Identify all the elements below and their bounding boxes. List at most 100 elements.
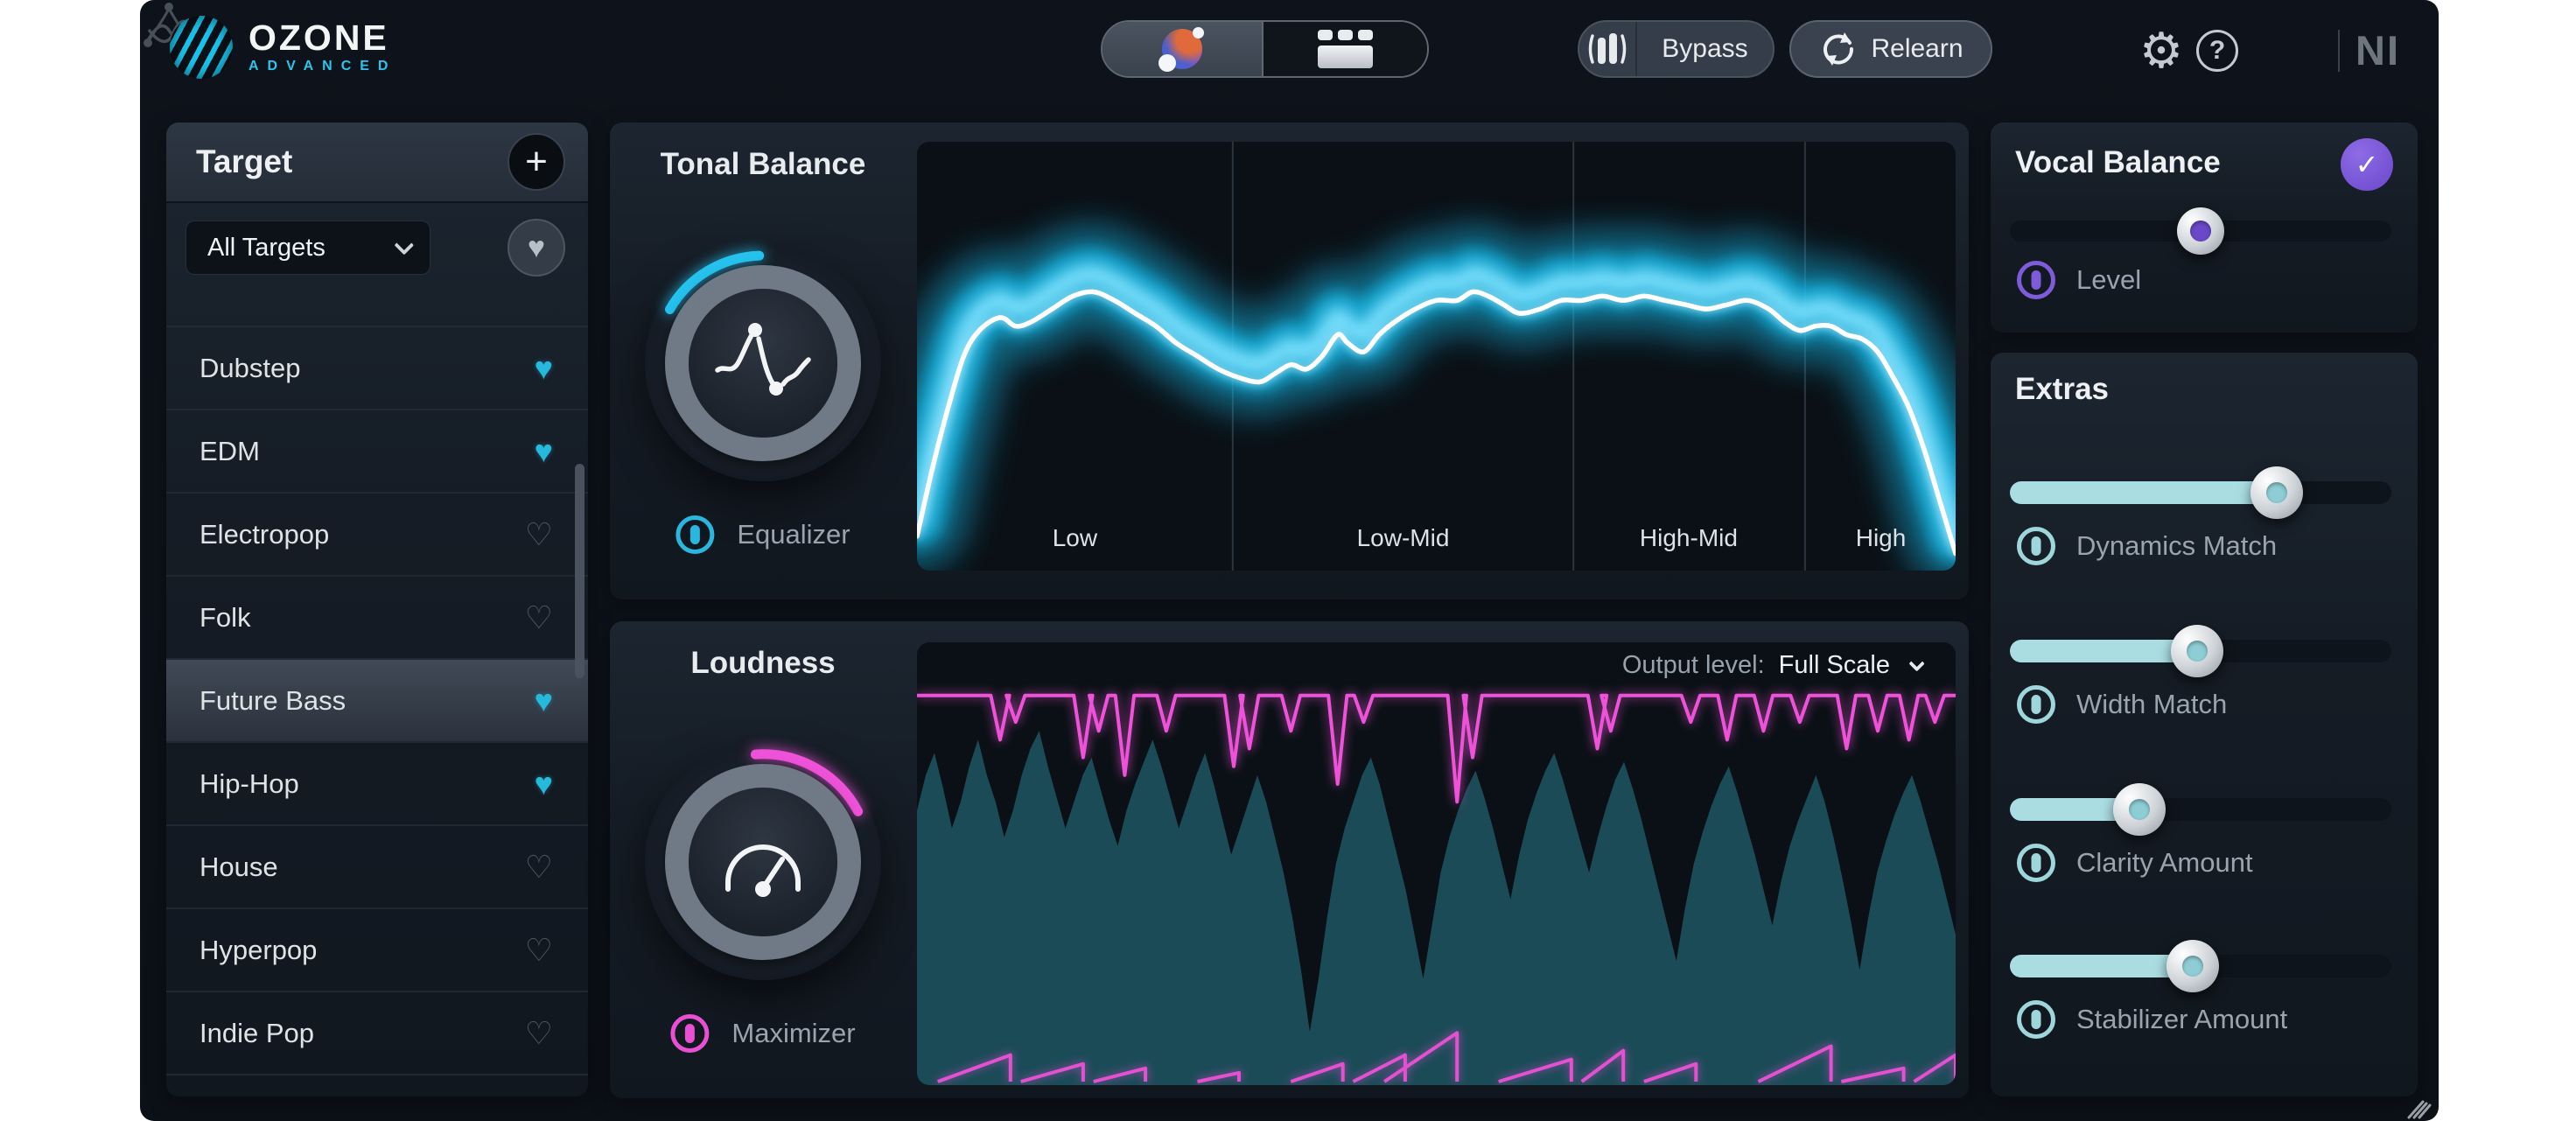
ni-logo: NI: [2356, 26, 2400, 74]
equalizer-power-toggle[interactable]: [676, 515, 714, 554]
assistant-sphere-icon: [1162, 29, 1202, 69]
tab-detailed-view[interactable]: [1264, 22, 1427, 76]
target-list-item[interactable]: Folk ♡: [166, 577, 588, 660]
slider-knob[interactable]: [2250, 466, 2303, 519]
target-panel: Target + All Targets ♥ Dubstep ♥ EDM ♥ Elect…: [166, 123, 588, 1096]
maximizer-power-toggle[interactable]: [670, 1014, 709, 1053]
equalizer-curve-icon: [710, 319, 816, 407]
target-list-item[interactable]: Indie Pop ♡: [166, 992, 588, 1075]
vocal-level-slider[interactable]: [2010, 221, 2391, 242]
target-item-label: House: [200, 851, 278, 883]
target-list-item[interactable]: EDM ♥: [166, 410, 588, 494]
output-level-value: Full Scale: [1779, 651, 1890, 680]
vocal-level-label: Level: [2076, 264, 2141, 296]
extras-title: Extras: [2015, 372, 2109, 407]
band-label: High-Mid: [1640, 524, 1738, 551]
settings-gear-icon[interactable]: ⚙: [2137, 26, 2186, 75]
relearn-refresh-icon: [1818, 29, 1858, 69]
width-match-slider[interactable]: [2010, 640, 2391, 662]
band-label: Low-Mid: [1357, 524, 1450, 551]
bypass-button[interactable]: Bypass: [1578, 20, 1774, 78]
target-title: Target: [196, 144, 292, 180]
tonal-balance-knob[interactable]: [636, 236, 890, 490]
maximizer-gauge-icon: [715, 823, 811, 901]
dynamics-match-slider[interactable]: [2010, 481, 2391, 504]
maximizer-label: Maximizer: [732, 1018, 855, 1049]
output-level-selector[interactable]: Output level: Full Scale: [1622, 651, 1921, 680]
heart-filled-icon[interactable]: ♥: [535, 350, 553, 387]
tonal-balance-graph: Low Low-Mid High-Mid High: [917, 142, 1956, 571]
vocal-balance-title: Vocal Balance: [2015, 145, 2221, 180]
slider-power-toggle[interactable]: [2017, 527, 2055, 565]
loudness-knob[interactable]: [636, 735, 890, 989]
vocal-level-slider-knob[interactable]: [2177, 207, 2224, 255]
slider-label: Stabilizer Amount: [2076, 1004, 2287, 1035]
favorites-filter-button[interactable]: ♥: [508, 219, 565, 277]
slider-power-toggle[interactable]: [2017, 685, 2055, 724]
target-list-item[interactable]: Hyperpop♡: [166, 909, 588, 992]
heart-filled-icon[interactable]: ♥: [535, 433, 553, 470]
vocal-balance-enabled-check[interactable]: ✓: [2341, 138, 2393, 191]
loudness-panel: Loudness Maximizer: [610, 621, 1969, 1098]
slider-label: Clarity Amount: [2076, 847, 2253, 879]
target-list-item[interactable]: Hip-Hop ♥: [166, 743, 588, 826]
tab-assistant-view[interactable]: [1102, 22, 1264, 76]
equalizer-toggle-row: Equalizer: [676, 515, 850, 554]
slider-power-toggle[interactable]: [2017, 844, 2055, 882]
target-list-item[interactable]: Electropop ♡: [166, 494, 588, 577]
heart-outline-icon[interactable]: ♡: [525, 599, 553, 636]
target-list-item[interactable]: House ♡: [166, 826, 588, 909]
view-toggle[interactable]: [1101, 20, 1429, 78]
target-item-label: Indie Pop: [200, 1018, 314, 1049]
target-list-item[interactable]: Future Bass♥: [166, 660, 588, 743]
slider-knob[interactable]: [2113, 783, 2166, 836]
relearn-label: Relearn: [1871, 34, 1963, 64]
target-list-item[interactable]: Dubstep ♥: [166, 327, 588, 410]
target-item-label: Dubstep: [200, 353, 300, 384]
target-category-value: All Targets: [207, 234, 326, 263]
slider-knob[interactable]: [2166, 940, 2219, 992]
heart-outline-icon[interactable]: ♡: [525, 849, 553, 886]
target-item-label: Electropop: [200, 519, 329, 550]
top-bar: OZONE ADVANCED: [140, 0, 2439, 101]
target-item-label: Folk: [200, 602, 251, 634]
extras-panel: Extras Dynamics MatchWidth MatchClarity …: [1991, 353, 2418, 1096]
brand: OZONE ADVANCED: [170, 16, 396, 79]
ozone-window: OZONE ADVANCED: [140, 0, 2439, 1121]
heart-outline-icon[interactable]: ♡: [525, 1015, 553, 1052]
maximizer-toggle-row: Maximizer: [670, 1014, 855, 1053]
heart-filled-icon[interactable]: ♥: [535, 683, 553, 719]
tonal-knob-column: Tonal Balance: [610, 123, 916, 599]
slider-label: Dynamics Match: [2076, 530, 2277, 562]
slider-power-toggle[interactable]: [2017, 1000, 2055, 1039]
help-icon[interactable]: ?: [2196, 30, 2238, 72]
io-meter-icon[interactable]: [1579, 22, 1637, 76]
scrollbar-thumb[interactable]: [575, 464, 584, 678]
tonal-balance-panel: Tonal Balance: [610, 123, 1969, 599]
add-target-button[interactable]: +: [508, 133, 565, 191]
stabilizer-amount-slider[interactable]: [2010, 955, 2391, 977]
target-item-label: EDM: [200, 436, 260, 467]
loudness-knob-column: Loudness Maximizer: [610, 621, 916, 1098]
band-label: Low: [1053, 524, 1098, 551]
target-item-label: Hip-Hop: [200, 768, 299, 800]
vocal-level-row: Level: [2017, 261, 2141, 299]
chevron-down-icon: [395, 235, 415, 256]
band-label: High: [1856, 524, 1907, 551]
relearn-button[interactable]: Relearn: [1789, 20, 1992, 78]
ozone-logo-icon: [170, 16, 233, 79]
vocal-balance-panel: Vocal Balance ✓ Level: [1991, 123, 2418, 333]
tonal-balance-title: Tonal Balance: [661, 147, 866, 182]
brand-name: OZONE: [248, 20, 396, 55]
slider-knob[interactable]: [2171, 625, 2223, 677]
heart-outline-icon[interactable]: ♡: [525, 516, 553, 553]
heart-filled-icon[interactable]: ♥: [535, 766, 553, 802]
clarity-amount-slider[interactable]: [2010, 798, 2391, 821]
resize-handle[interactable]: [2404, 1091, 2433, 1119]
target-category-dropdown[interactable]: All Targets: [186, 221, 430, 275]
loudness-graph: Output level: Full Scale: [917, 642, 1956, 1085]
heart-outline-icon[interactable]: ♡: [525, 932, 553, 969]
vocal-level-power-toggle[interactable]: [2017, 261, 2055, 299]
equalizer-label: Equalizer: [737, 519, 850, 550]
bypass-label: Bypass: [1637, 34, 1773, 64]
